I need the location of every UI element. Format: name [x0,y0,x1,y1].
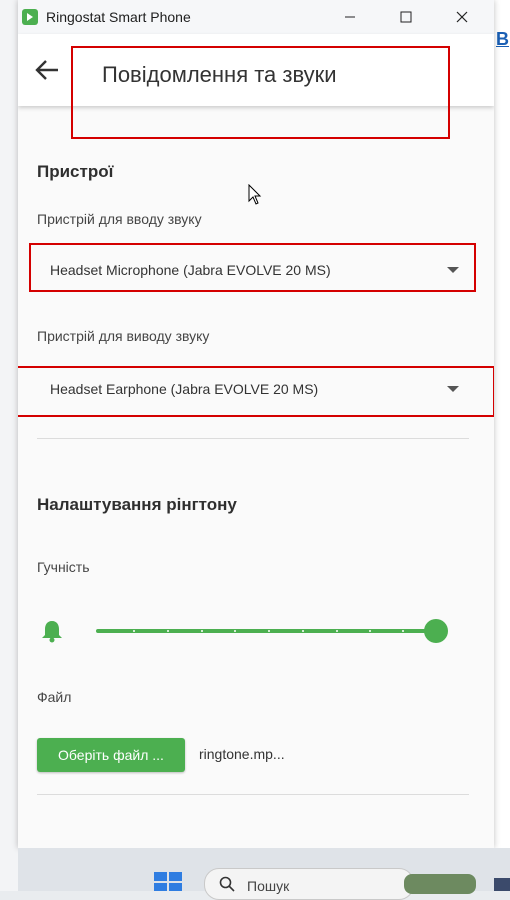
choose-file-button[interactable]: Оберіть файл ... [37,738,185,772]
bell-icon [42,621,62,643]
app-window: Ringostat Smart Phone Повідомлення та зв… [18,0,494,848]
maximize-button[interactable] [378,0,434,34]
slider-tick [369,630,371,632]
divider [37,794,469,795]
slider-tick [201,630,203,632]
back-button[interactable] [34,58,62,82]
ringostat-logo-icon [22,9,38,25]
taskbar-app-thumbnail[interactable] [404,874,476,894]
arrow-left-icon [35,60,58,80]
file-label: Файл [37,689,72,705]
slider-tick [268,630,270,632]
background-window: B [494,0,510,860]
close-button[interactable] [434,0,490,34]
file-name: ringtone.mp... [199,746,285,762]
highlight-box-title [71,46,450,139]
devices-section-title: Пристрої [37,162,114,181]
title-bar: Ringostat Smart Phone [18,0,494,34]
divider [37,438,469,439]
window-title: Ringostat Smart Phone [46,9,191,25]
minimize-button[interactable] [322,0,378,34]
slider-tick [133,630,135,632]
search-placeholder: Пошук [247,878,290,894]
highlight-box-input [29,243,476,292]
slider-thumb[interactable] [424,619,448,643]
slider-tick [336,630,338,632]
background-link[interactable]: B [496,29,509,50]
slider-track[interactable] [96,629,436,633]
desktop-background [0,0,18,891]
windows-start-icon[interactable] [154,872,182,891]
ringtone-section-title: Налаштування рінгтону [37,495,237,514]
search-icon [219,876,235,892]
volume-label: Гучність [37,559,90,575]
highlight-box-output [18,366,494,417]
taskbar-app-icon[interactable] [494,878,510,891]
slider-tick [402,630,404,632]
taskbar: Пошук [18,848,510,900]
output-device-label: Пристрій для виводу звуку [37,328,210,344]
slider-tick [302,630,304,632]
slider-tick [234,630,236,632]
slider-tick [167,630,169,632]
taskbar-search[interactable]: Пошук [204,868,414,900]
input-device-label: Пристрій для вводу звуку [37,211,202,227]
mouse-cursor-icon [248,184,262,205]
